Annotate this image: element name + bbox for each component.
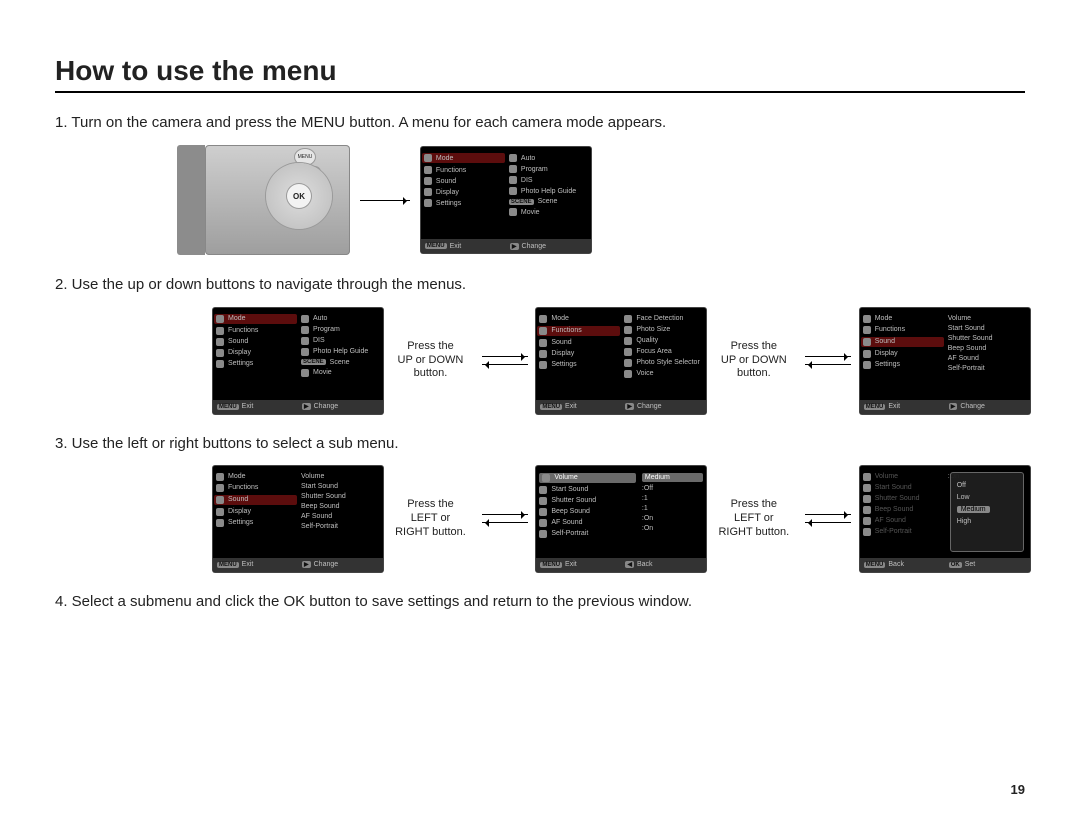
menu-item: Display — [436, 189, 459, 196]
caption-updown-1: Press the UP or DOWN button. — [387, 340, 473, 381]
menu-screen-sound: Mode Functions Sound Display Settings Vo… — [860, 308, 1030, 414]
step-2: 2. Use the up or down buttons to navigat… — [55, 275, 1025, 295]
caption-leftright-2: Press the LEFT or RIGHT button. — [711, 498, 797, 539]
menu-item: Sound — [436, 178, 456, 185]
footer-menu-tag: MENU — [425, 243, 447, 249]
submenu-item: Scene — [538, 198, 558, 205]
menu-screen-functions: Mode Functions Sound Display Settings Fa… — [536, 308, 706, 414]
volume-option: High — [957, 518, 971, 525]
camera-illustration: MENU DISP OK — [205, 145, 350, 255]
page-title: How to use the menu — [55, 55, 1025, 93]
footer-exit: Exit — [450, 243, 462, 250]
double-arrow-icon — [805, 349, 851, 372]
submenu-item: Program — [521, 166, 548, 173]
double-arrow-icon — [482, 349, 528, 372]
volume-options-popup: Off Low Medium High — [950, 472, 1024, 552]
menu-item: Settings — [436, 200, 461, 207]
menu-screen-sound-2: Mode Functions Sound Display Settings Vo… — [213, 466, 383, 572]
step-1: 1. Turn on the camera and press the MENU… — [55, 113, 1025, 133]
menu-screen-volume-popup: Volume Start Sound Shutter Sound Beep So… — [860, 466, 1030, 572]
volume-option-selected: Medium — [957, 506, 990, 513]
double-arrow-icon — [482, 507, 528, 530]
submenu-item: DIS — [521, 177, 533, 184]
page-number: 19 — [1011, 782, 1025, 797]
volume-option: Low — [957, 494, 970, 501]
caption-updown-2: Press the UP or DOWN button. — [711, 340, 797, 381]
volume-option: Off — [957, 482, 966, 489]
menu-item: Mode — [436, 155, 454, 162]
step-3: 3. Use the left or right buttons to sele… — [55, 434, 1025, 454]
submenu-item: Auto — [521, 155, 535, 162]
submenu-item: Movie — [521, 209, 540, 216]
menu-item: Functions — [436, 167, 466, 174]
arrow-right-icon — [360, 200, 410, 201]
menu-screen-mode-2: Mode Functions Sound Display Settings Au… — [213, 308, 383, 414]
menu-screen-mode: Mode Functions Sound Display Settings Au… — [421, 147, 591, 253]
footer-change: Change — [522, 243, 547, 250]
footer-play-tag: ▶ — [510, 243, 519, 250]
caption-leftright-1: Press the LEFT or RIGHT button. — [387, 498, 473, 539]
step-4: 4. Select a submenu and click the OK but… — [55, 592, 1025, 612]
menu-screen-sound-values: Volume Start Sound Shutter Sound Beep So… — [536, 466, 706, 572]
scene-tag: SCENE — [509, 199, 534, 205]
submenu-item: Photo Help Guide — [521, 188, 576, 195]
double-arrow-icon — [805, 507, 851, 530]
ok-button-label: OK — [287, 184, 311, 208]
